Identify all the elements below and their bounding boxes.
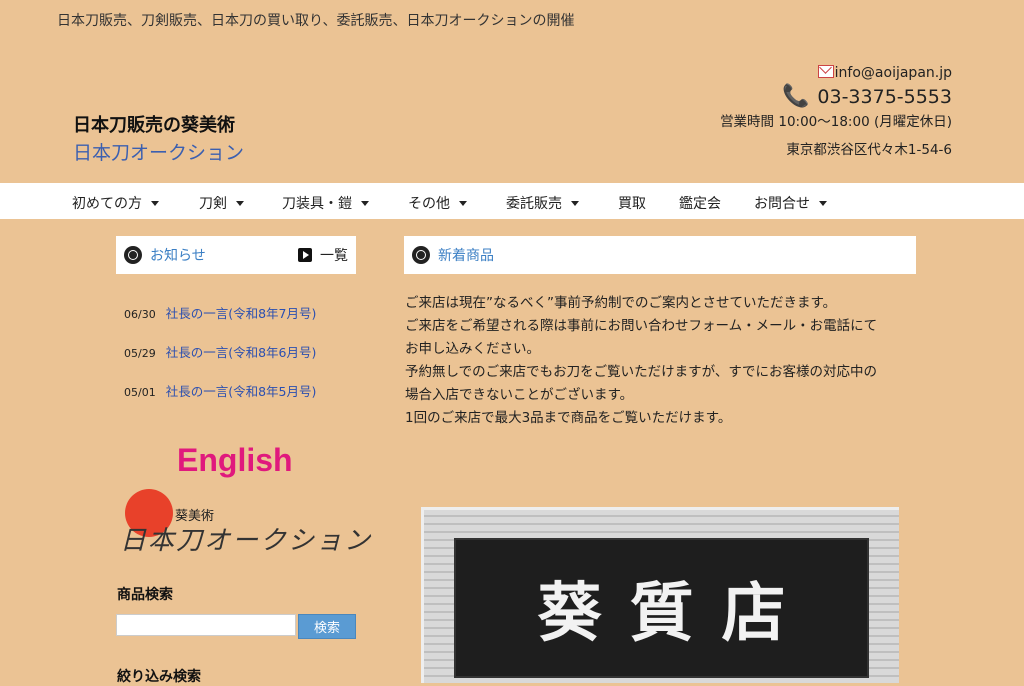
sign-char: 葵: [537, 576, 602, 651]
sign-char: 質: [629, 576, 694, 651]
business-hours: 営業時間 10:00～18:00 (月曜定休日): [720, 114, 952, 130]
notice-line: 1回のご来店で最大3品まで商品をご覧いただけます。: [405, 410, 732, 426]
nav-label: 刀剣: [199, 196, 227, 212]
contact-email[interactable]: info@aoijapan.jp: [817, 65, 952, 81]
news-date: 05/29: [124, 347, 156, 360]
nav-label: 委託販売: [506, 196, 562, 212]
brand-name[interactable]: 日本刀販売の葵美術: [73, 111, 235, 137]
nav-item-appraisal[interactable]: 鑑定会: [679, 193, 721, 213]
nav-label: 初めての方: [72, 196, 142, 212]
nav-label: その他: [408, 196, 450, 212]
chevron-down-icon: [361, 201, 369, 206]
notice-line: 予約無しでのご来店でもお刀をご覧いただけますが、すでにお客様の対応中の: [405, 364, 877, 380]
sign-char: 店: [721, 576, 786, 651]
nav-item-first-time[interactable]: 初めての方: [72, 193, 159, 213]
chevron-down-icon: [236, 201, 244, 206]
news-list-link[interactable]: 一覧: [298, 245, 348, 265]
nav-item-fittings-armor[interactable]: 刀装具・鎧: [282, 193, 369, 213]
news-link[interactable]: 社長の一言(令和8年7月号): [166, 303, 317, 322]
nav-item-swords[interactable]: 刀剣: [199, 193, 244, 213]
visit-notice: ご来店は現在”なるべく”事前予約制でのご案内とさせていただきます。 ご来店をご希…: [405, 292, 925, 430]
nav-label: 鑑定会: [679, 196, 721, 212]
news-date: 05/01: [124, 386, 156, 399]
list-item: 05/29 社長の一言(令和8年6月号): [124, 342, 316, 361]
site-tagline: 日本刀販売、刀剣販売、日本刀の買い取り、委託販売、日本刀オークションの開催: [57, 13, 575, 29]
phone-icon: 📞: [781, 84, 810, 109]
news-date: 06/30: [124, 308, 156, 321]
auction-logo-script[interactable]: 日本刀オークション: [120, 520, 372, 557]
nav-label: お問合せ: [754, 196, 810, 212]
list-item: 06/30 社長の一言(令和8年7月号): [124, 303, 316, 322]
english-site-link[interactable]: English: [177, 442, 293, 479]
news-list-label: 一覧: [320, 248, 348, 264]
contact-phone[interactable]: 📞 03-3375-5553: [781, 84, 952, 109]
chevron-down-icon: [571, 201, 579, 206]
nav-label: 買取: [618, 196, 646, 212]
nav-item-contact[interactable]: お問合せ: [754, 193, 827, 213]
filter-search-title: 絞り込み検索: [117, 669, 201, 685]
address: 東京都渋谷区代々木1-54-6: [786, 142, 952, 158]
new-products-title: 新着商品: [438, 248, 494, 264]
nav-item-other[interactable]: その他: [408, 193, 467, 213]
notice-line: ご来店は現在”なるべく”事前予約制でのご案内とさせていただきます。: [405, 295, 837, 311]
notice-line: ご来店をご希望される際は事前にお問い合わせフォーム・メール・お電話にて: [405, 318, 878, 334]
play-icon: [298, 248, 312, 262]
main-nav: 初めての方 刀剣 刀装具・鎧 その他 委託販売 買取 鑑定会 お問合せ: [0, 183, 1024, 219]
news-link[interactable]: 社長の一言(令和8年6月号): [166, 342, 317, 361]
new-products-header: 新着商品: [404, 236, 916, 274]
nav-item-consignment[interactable]: 委託販売: [506, 193, 579, 213]
nav-item-purchase[interactable]: 買取: [618, 193, 646, 213]
shop-sign-photo: 葵 質 店: [421, 507, 899, 683]
mail-icon: [817, 65, 834, 78]
product-search-input[interactable]: [116, 614, 296, 636]
chevron-down-icon: [459, 201, 467, 206]
list-item: 05/01 社長の一言(令和8年5月号): [124, 381, 316, 400]
brand-subtitle[interactable]: 日本刀オークション: [73, 138, 244, 165]
email-text[interactable]: info@aoijapan.jp: [835, 65, 952, 81]
aoi-logo-icon: [412, 246, 430, 264]
news-title: お知らせ: [150, 248, 206, 264]
news-link[interactable]: 社長の一言(令和8年5月号): [166, 381, 317, 400]
product-search-title: 商品検索: [117, 587, 173, 603]
phone-number[interactable]: 03-3375-5553: [817, 86, 952, 108]
search-button[interactable]: 検索: [298, 614, 356, 639]
notice-line: 場合入店できないことがございます。: [405, 387, 634, 403]
nav-label: 刀装具・鎧: [282, 196, 352, 212]
news-header: お知らせ 一覧: [116, 236, 356, 274]
aoi-logo-icon: [124, 246, 142, 264]
chevron-down-icon: [151, 201, 159, 206]
shop-sign: 葵 質 店: [454, 538, 869, 678]
chevron-down-icon: [819, 201, 827, 206]
notice-line: お申し込みください。: [405, 341, 540, 357]
